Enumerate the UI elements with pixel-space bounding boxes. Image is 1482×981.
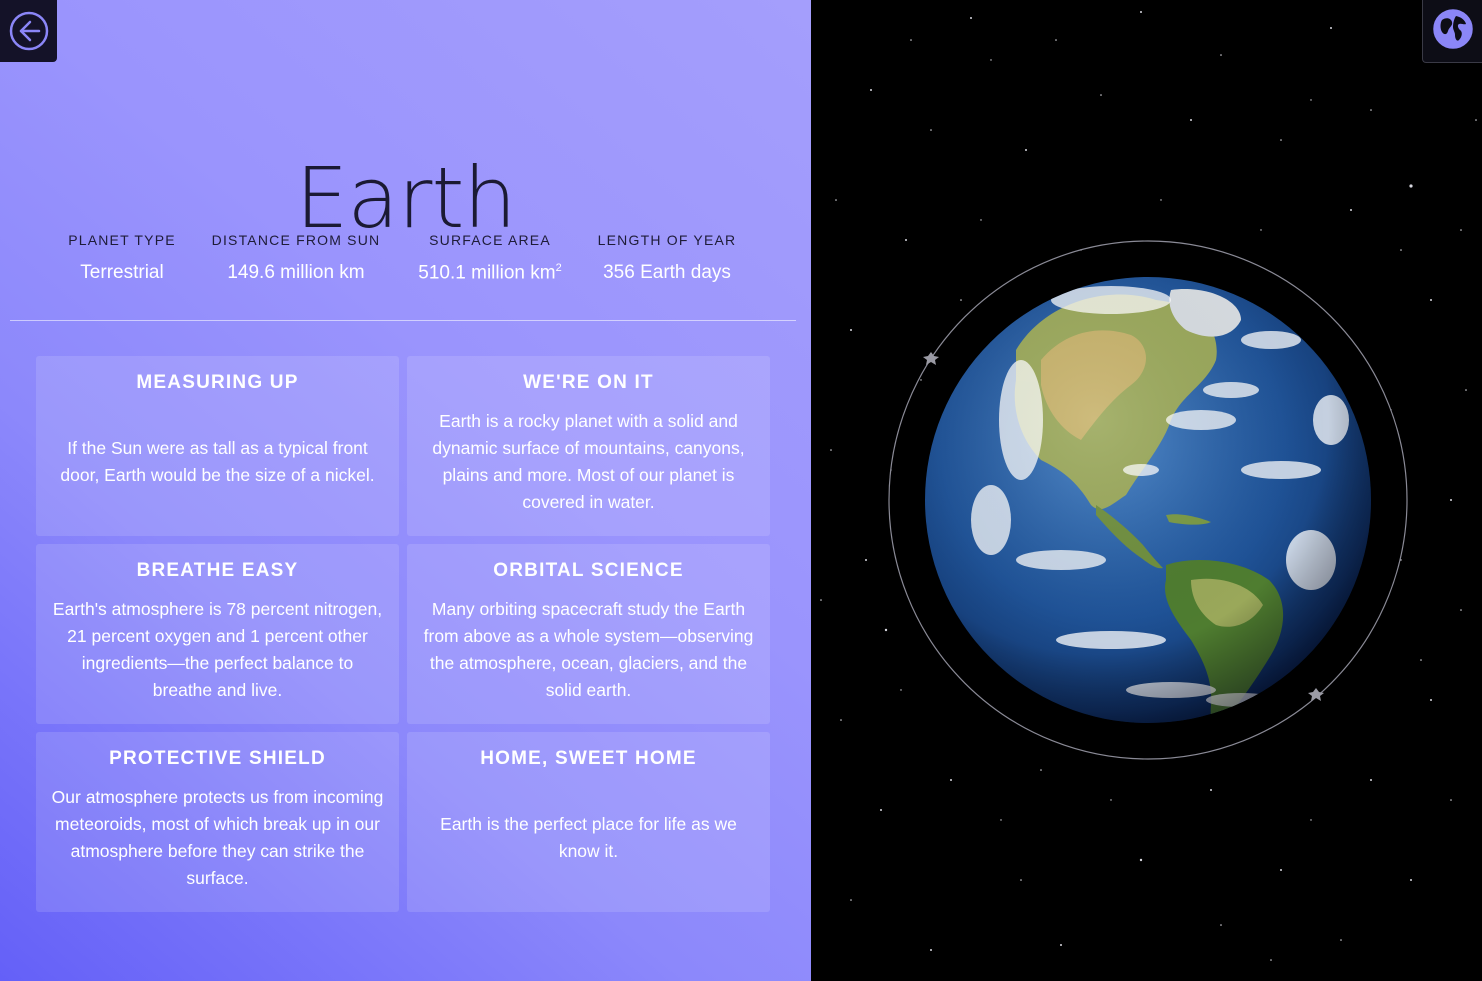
arrow-left-circle-icon bbox=[7, 9, 51, 53]
fact-card-breathe-easy: BREATHE EASY Earth's atmosphere is 78 pe… bbox=[36, 544, 399, 724]
card-title: MEASURING UP bbox=[136, 372, 299, 393]
unit-superscript: 2 bbox=[555, 262, 562, 274]
fact-card-measuring-up: MEASURING UP If the Sun were as tall as … bbox=[36, 356, 399, 536]
satellite-icon bbox=[1308, 688, 1324, 701]
card-body: Earth's atmosphere is 78 percent nitroge… bbox=[52, 599, 383, 700]
card-title: HOME, SWEET HOME bbox=[480, 748, 697, 769]
card-body: Earth is a rocky planet with a solid and… bbox=[432, 411, 745, 512]
stat-value: Terrestrial bbox=[80, 262, 164, 283]
info-panel: Earth PLANET TYPE Terrestrial DISTANCE F… bbox=[0, 0, 811, 981]
stat-value: 356 Earth days bbox=[603, 262, 731, 283]
stat-label: PLANET TYPE bbox=[68, 232, 176, 248]
card-body: Earth is the perfect place for life as w… bbox=[440, 814, 737, 861]
globe-icon bbox=[1432, 8, 1474, 54]
stat-label: DISTANCE FROM SUN bbox=[211, 232, 381, 248]
card-body: Many orbiting spacecraft study the Earth… bbox=[423, 599, 754, 700]
stat-value-text: 510.1 million km bbox=[418, 262, 556, 284]
globe-button[interactable] bbox=[1422, 0, 1482, 63]
stat-label: SURFACE AREA bbox=[429, 232, 551, 248]
fact-card-protective-shield: PROTECTIVE SHIELD Our atmosphere protect… bbox=[36, 732, 399, 912]
stat-planet-type: PLANET TYPE Terrestrial bbox=[22, 232, 222, 284]
stat-length-of-year: LENGTH OF YEAR 356 Earth days bbox=[567, 232, 767, 284]
stat-label: LENGTH OF YEAR bbox=[597, 232, 737, 248]
satellite-icon bbox=[923, 352, 939, 365]
card-title: WE'RE ON IT bbox=[523, 372, 654, 393]
earth-scene[interactable] bbox=[811, 0, 1482, 981]
planet-title: Earth bbox=[295, 149, 516, 248]
stat-value: 149.6 million km bbox=[227, 262, 365, 283]
card-title: ORBITAL SCIENCE bbox=[493, 560, 684, 581]
card-body: Our atmosphere protects us from incoming… bbox=[51, 787, 384, 888]
card-title: BREATHE EASY bbox=[136, 560, 299, 581]
stat-value: 510.1 million km2 bbox=[390, 262, 590, 284]
card-body: If the Sun were as tall as a typical fro… bbox=[60, 438, 375, 485]
back-button[interactable] bbox=[0, 0, 57, 62]
fact-card-home-sweet-home: HOME, SWEET HOME Earth is the perfect pl… bbox=[407, 732, 770, 912]
space-view[interactable] bbox=[811, 0, 1482, 981]
stat-distance-from-sun: DISTANCE FROM SUN 149.6 million km bbox=[196, 232, 396, 284]
fact-card-orbital-science: ORBITAL SCIENCE Many orbiting spacecraft… bbox=[407, 544, 770, 724]
stat-surface-area: SURFACE AREA 510.1 million km2 bbox=[390, 232, 590, 284]
divider bbox=[10, 320, 796, 321]
fact-card-were-on-it: WE'RE ON IT Earth is a rocky planet with… bbox=[407, 356, 770, 536]
earth-globe[interactable] bbox=[925, 277, 1371, 727]
card-title: PROTECTIVE SHIELD bbox=[109, 748, 326, 769]
